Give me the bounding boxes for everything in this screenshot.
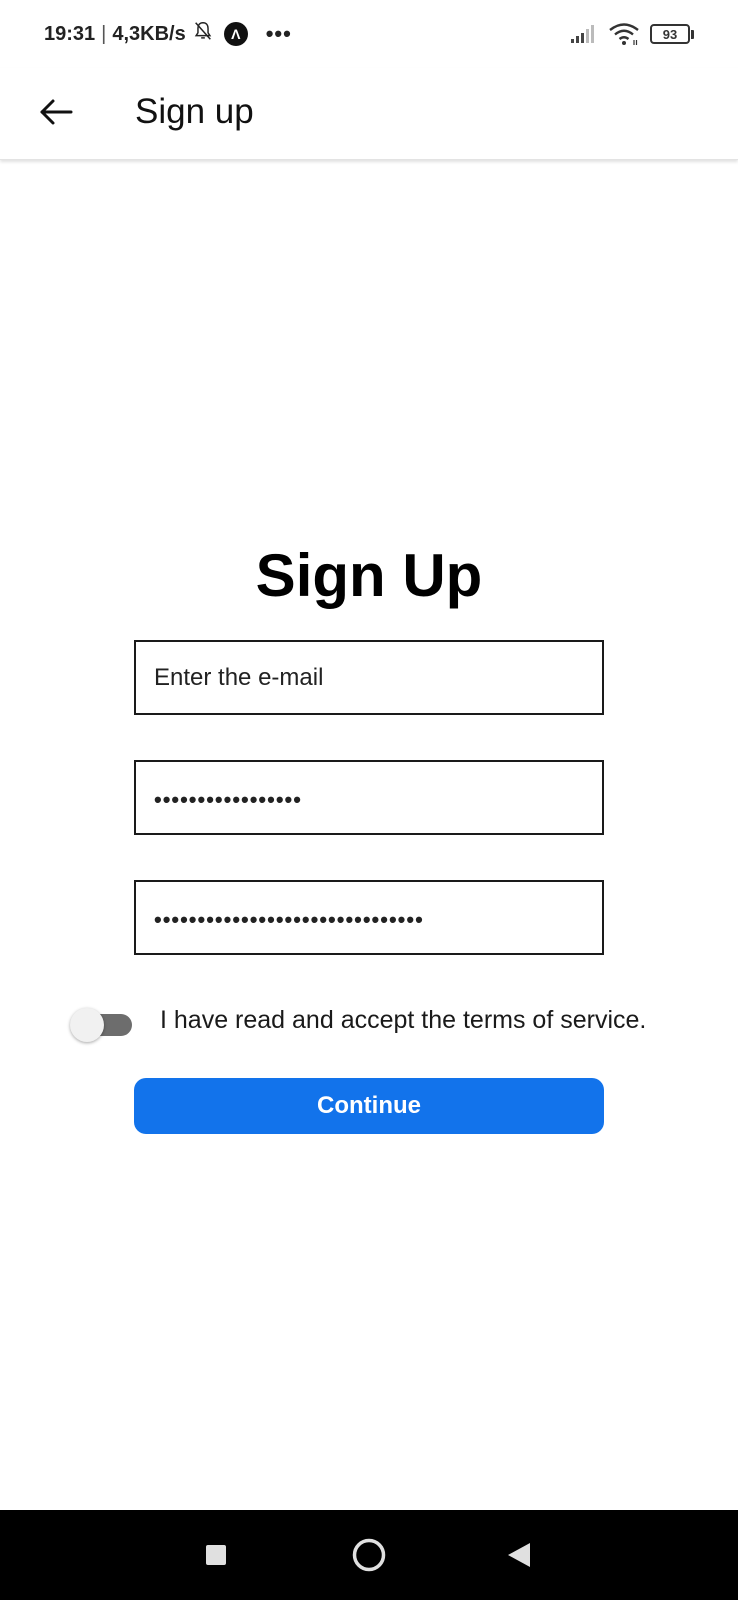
app-bar: Sign up	[0, 68, 738, 160]
terms-toggle[interactable]	[68, 1008, 132, 1042]
status-separator: |	[101, 22, 107, 45]
battery-icon: 93	[650, 24, 694, 44]
recent-apps-button[interactable]	[193, 1532, 239, 1578]
email-field[interactable]	[134, 640, 604, 715]
back-button[interactable]	[30, 86, 82, 138]
password-field[interactable]: •••••••••••••••••	[134, 760, 604, 835]
sign-up-screen: 19:31 | 4,3KB/s Λ ••• 93 Sign up Sign Up…	[0, 0, 738, 1600]
page-title: Sign Up	[255, 542, 483, 609]
status-left: 19:31 | 4,3KB/s Λ •••	[44, 20, 292, 48]
bell-muted-icon	[192, 20, 214, 48]
back-triangle-icon	[508, 1543, 530, 1567]
system-back-button[interactable]	[496, 1532, 542, 1578]
toggle-thumb	[70, 1008, 104, 1042]
app-notification-icon: Λ	[223, 22, 248, 46]
terms-label: I have read and accept the terms of serv…	[160, 1006, 647, 1034]
battery-tip	[691, 29, 694, 39]
app-bar-title: Sign up	[135, 92, 254, 131]
status-bar: 19:31 | 4,3KB/s Λ ••• 93	[0, 0, 738, 68]
signal-icon	[570, 24, 598, 44]
home-button[interactable]	[346, 1532, 392, 1578]
arrow-left-icon	[40, 99, 73, 125]
system-nav-bar	[0, 1510, 738, 1600]
home-icon	[352, 1538, 386, 1572]
status-time: 19:31	[44, 22, 96, 45]
battery-level: 93	[650, 24, 690, 44]
wifi-icon	[608, 22, 640, 46]
more-notifications-icon: •••	[265, 21, 292, 46]
network-speed: 4,3KB/s	[112, 22, 186, 45]
confirm-password-mask: •••••••••••••••••••••••••••••••	[154, 906, 424, 932]
terms-row: I have read and accept the terms of serv…	[68, 1002, 728, 1046]
password-mask: •••••••••••••••••	[154, 786, 302, 812]
confirm-password-field[interactable]: •••••••••••••••••••••••••••••••	[134, 880, 604, 955]
continue-button[interactable]: Continue	[134, 1078, 604, 1134]
status-right: 93	[570, 0, 694, 68]
recent-apps-icon	[206, 1545, 226, 1565]
